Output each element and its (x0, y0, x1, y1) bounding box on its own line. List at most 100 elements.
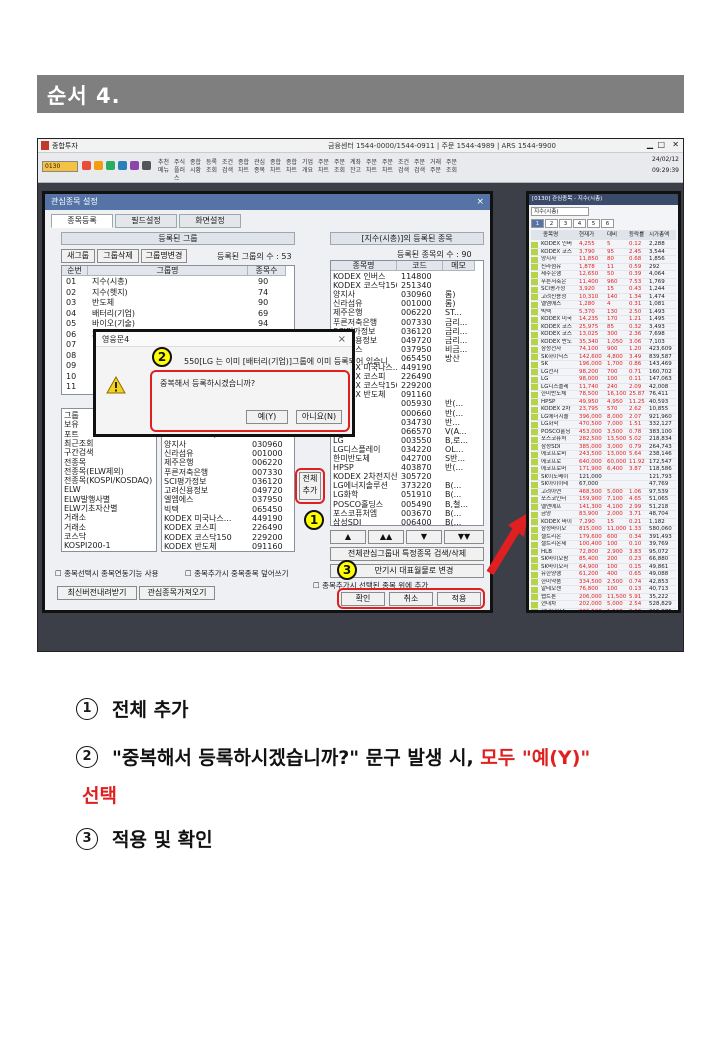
option-overwrite[interactable]: ☐ 종목추가시 중복종목 덮어쓰기 (185, 568, 289, 579)
move-down-button[interactable]: ▼ (406, 530, 442, 544)
toolbar-menu-item[interactable]: 주문검색 (414, 159, 429, 175)
watchlist-page-tab[interactable]: 5 (587, 219, 600, 228)
toolbar-menu-item[interactable]: 주문차트 (318, 159, 333, 175)
watchlist-row[interactable]: KODEX 바이 7,290 15 0.21 1,182 (531, 519, 676, 526)
watchlist-row[interactable]: LG에너지솔 396,000 8,000 2.07 921,960 (531, 414, 676, 421)
registered-row[interactable]: 푸른저축은행 007330 금리... (331, 318, 483, 327)
minimize-icon[interactable]: ▁ (647, 140, 653, 149)
category-item[interactable]: 전종목 (62, 458, 156, 467)
tab-field-settings[interactable]: 필드설정 (115, 214, 177, 228)
watchlist-row[interactable]: 알테오젠 76,800 100 0.13 40,713 (531, 586, 676, 594)
registered-row[interactable]: 양지사 030960 롬) (331, 290, 483, 299)
watchlist-row[interactable]: 빅텍 5,370 130 2.50 1,493 (531, 309, 676, 316)
watchlist-row[interactable]: 삼성바이오 815,000 11,000 1.33 580,060 (531, 526, 676, 534)
watchlist-row[interactable]: HLB 72,800 2,900 3.83 95,072 (531, 549, 676, 556)
watchlist-row[interactable]: SK 196,000 1,700 0.86 143,469 (531, 361, 676, 369)
watchlist-row[interactable]: 유한양행 61,200 400 0.65 49,088 (531, 571, 676, 579)
category-stock-row[interactable]: SCI평가정보 036120 (162, 477, 294, 486)
category-item[interactable]: 거래소 (62, 513, 156, 522)
category-item[interactable]: 전종목(ELW제외) (62, 467, 156, 476)
watchlist-row[interactable]: 푸른저축은 11,400 960 7.53 1,769 (531, 279, 676, 286)
toolbar-menu-item[interactable]: 주식플러스 (174, 159, 189, 183)
group-row[interactable]: 04 배터리(기업) 69 (62, 309, 286, 318)
watchlist-row[interactable]: SK이노베이 121,000 121,793 (531, 474, 676, 481)
toolbar-menu-item[interactable]: 조건검색 (398, 159, 413, 175)
toolbar-menu-item[interactable]: 주문조회 (334, 159, 349, 175)
registered-row[interactable]: LG디스플레이 034220 OL... (331, 445, 483, 454)
watchlist-page-tab[interactable]: 3 (559, 219, 572, 228)
category-stock-row[interactable]: 엘엠에스 037950 (162, 495, 294, 504)
window-close-icon[interactable]: ✕ (672, 140, 679, 149)
registered-row[interactable]: KODEX 인버스 114800 (331, 272, 483, 281)
toolbar-icon-6[interactable] (142, 161, 151, 170)
category-stock-row[interactable]: KODEX 코스피 226490 (162, 523, 294, 532)
watchlist-row[interactable]: 금양 83,900 2,000 3.71 48,704 (531, 511, 676, 519)
category-stock-row[interactable]: 고려신용정보 049720 (162, 486, 294, 495)
tab-stock-register[interactable]: 종목등록 (51, 214, 113, 228)
watchlist-row[interactable]: 한미반도체 78,500 16,100 25.87 76,411 (531, 391, 676, 399)
category-stock-row[interactable]: KODEX 코스닥150 229200 (162, 533, 294, 542)
search-delete-button[interactable]: 전체관심그룹내 특정종목 검색/삭제 (330, 547, 484, 561)
move-up-button[interactable]: ▲ (330, 530, 366, 544)
category-item[interactable]: ELW발행사별 (62, 495, 156, 504)
watchlist-page-tab[interactable]: 4 (573, 219, 586, 228)
watchlist-row[interactable]: 에코프로 640,000 60,000 11.92 172,547 (531, 459, 676, 466)
watchlist-row[interactable]: KODEX 인버 4,255 5 0.12 2,288 (531, 241, 676, 249)
toolbar-icon-5[interactable] (130, 161, 139, 170)
toolbar-menu-item[interactable]: 종합차트 (270, 159, 285, 175)
watchlist-row[interactable]: 삼성SDI 385,000 3,000 0.79 264,743 (531, 444, 676, 451)
toolbar-menu-item[interactable]: 종합시황 (190, 159, 205, 175)
category-stock-row[interactable]: 양지사 030960 (162, 440, 294, 449)
registered-row[interactable]: 포스코퓨처엠 003670 B(... (331, 509, 483, 518)
toolbar-menu-item[interactable]: 거래주문 (430, 159, 445, 175)
watchlist-row[interactable]: 포스코퓨처 282,500 13,500 5.02 218,834 (531, 436, 676, 444)
registered-row[interactable]: LG화학 051910 B(... (331, 490, 483, 499)
category-stock-row[interactable]: KODEX 반도체 091160 (162, 542, 294, 551)
maximize-icon[interactable]: □ (657, 140, 665, 149)
watchlist-row[interactable]: LG화학 470,500 7,000 1.51 332,127 (531, 421, 676, 429)
category-stock-row[interactable]: 신라섬유 001000 (162, 449, 294, 458)
watchlist-row[interactable]: POSCO홀딩 453,000 3,500 0.78 383,100 (531, 429, 676, 436)
watchlist-row[interactable]: 셀트리온 179,600 600 0.34 391,493 (531, 534, 676, 541)
toolbar-menu-item[interactable]: 추천메뉴 (158, 159, 173, 175)
watchlist-row[interactable]: 에코프로비 243,500 13,000 5.64 238,146 (531, 451, 676, 459)
watchlist-row[interactable]: 현대차 202,000 5,000 2.54 528,829 (531, 601, 676, 609)
popup-no-button[interactable]: 아니요(N) (296, 410, 342, 424)
registered-row[interactable]: POSCO홀딩스 005490 B,철... (331, 500, 483, 509)
toolbar-icon-4[interactable] (118, 161, 127, 170)
toolbar-menu-item[interactable]: 종합차트 (286, 159, 301, 175)
registered-row[interactable]: 신라섬유 001000 롬) (331, 299, 483, 308)
category-item[interactable]: 거래소 (62, 523, 156, 532)
watchlist-row[interactable]: KODEX 코스 3,790 95 2.45 3,544 (531, 249, 676, 256)
toolbar-icon-3[interactable] (106, 161, 115, 170)
watchlist-row[interactable]: KODEX 미국 14,235 170 1.21 1,495 (531, 316, 676, 324)
watchlist-row[interactable]: 제주은행 12,650 50 0.39 4,064 (531, 271, 676, 279)
category-item[interactable]: ELW기초자산별 (62, 504, 156, 513)
watchlist-row[interactable]: 한미약품 334,500 2,500 0.74 42,853 (531, 579, 676, 586)
registered-row[interactable]: KODEX 코스닥150... 251340 (331, 281, 483, 290)
option-link[interactable]: ☐ 종목선택시 종목연동기능 사용 (55, 568, 159, 579)
category-item[interactable]: 구간검색 (62, 448, 156, 457)
watchlist-row[interactable]: 현대모비스 230,500 1,500 0.66 215,875 (531, 609, 676, 610)
watchlist-row[interactable]: LG전자 98,200 700 0.71 160,702 (531, 369, 676, 376)
toolbar-menu-item[interactable]: 계좌잔고 (350, 159, 365, 175)
category-item[interactable]: ELW (62, 485, 156, 494)
download-latest-button[interactable]: 최신버전내려받기 (57, 586, 137, 600)
watchlist-row[interactable]: SK하이닉스 142,600 4,800 3.49 839,587 (531, 354, 676, 361)
toolbar-menu-item[interactable]: 기업개요 (302, 159, 317, 175)
watchlist-row[interactable]: KODEX 코스 25,975 85 0.32 3,493 (531, 324, 676, 331)
registered-row[interactable]: 한미반도체 042700 S반... (331, 454, 483, 463)
registered-row[interactable]: LG에너지솔루션 373220 B(... (331, 481, 483, 490)
registered-row[interactable]: 제주은행 006220 ST... (331, 308, 483, 317)
toolbar-menu-item[interactable]: 종합차트 (238, 159, 253, 175)
popup-yes-button[interactable]: 예(Y) (246, 410, 288, 424)
toolbar-menu-item[interactable]: 조건검색 (222, 159, 237, 175)
watchlist-row[interactable]: SK바이오팜 85,400 200 0.23 66,880 (531, 556, 676, 564)
registered-row[interactable]: HPSP 403870 반(... (331, 463, 483, 472)
watchlist-row[interactable]: SK바이오사 64,900 100 0.15 49,861 (531, 564, 676, 571)
watchlist-row[interactable]: 고려아연 468,500 5,000 1.06 97,539 (531, 489, 676, 496)
toolbar-icon-1[interactable] (82, 161, 91, 170)
watchlist-row[interactable]: 셀트리온제 100,400 100 0.10 39,769 (531, 541, 676, 549)
category-item[interactable]: 전종목(KOSPI/KOSDAQ) (62, 476, 156, 485)
category-stock-row[interactable]: 제주은행 006220 (162, 458, 294, 467)
